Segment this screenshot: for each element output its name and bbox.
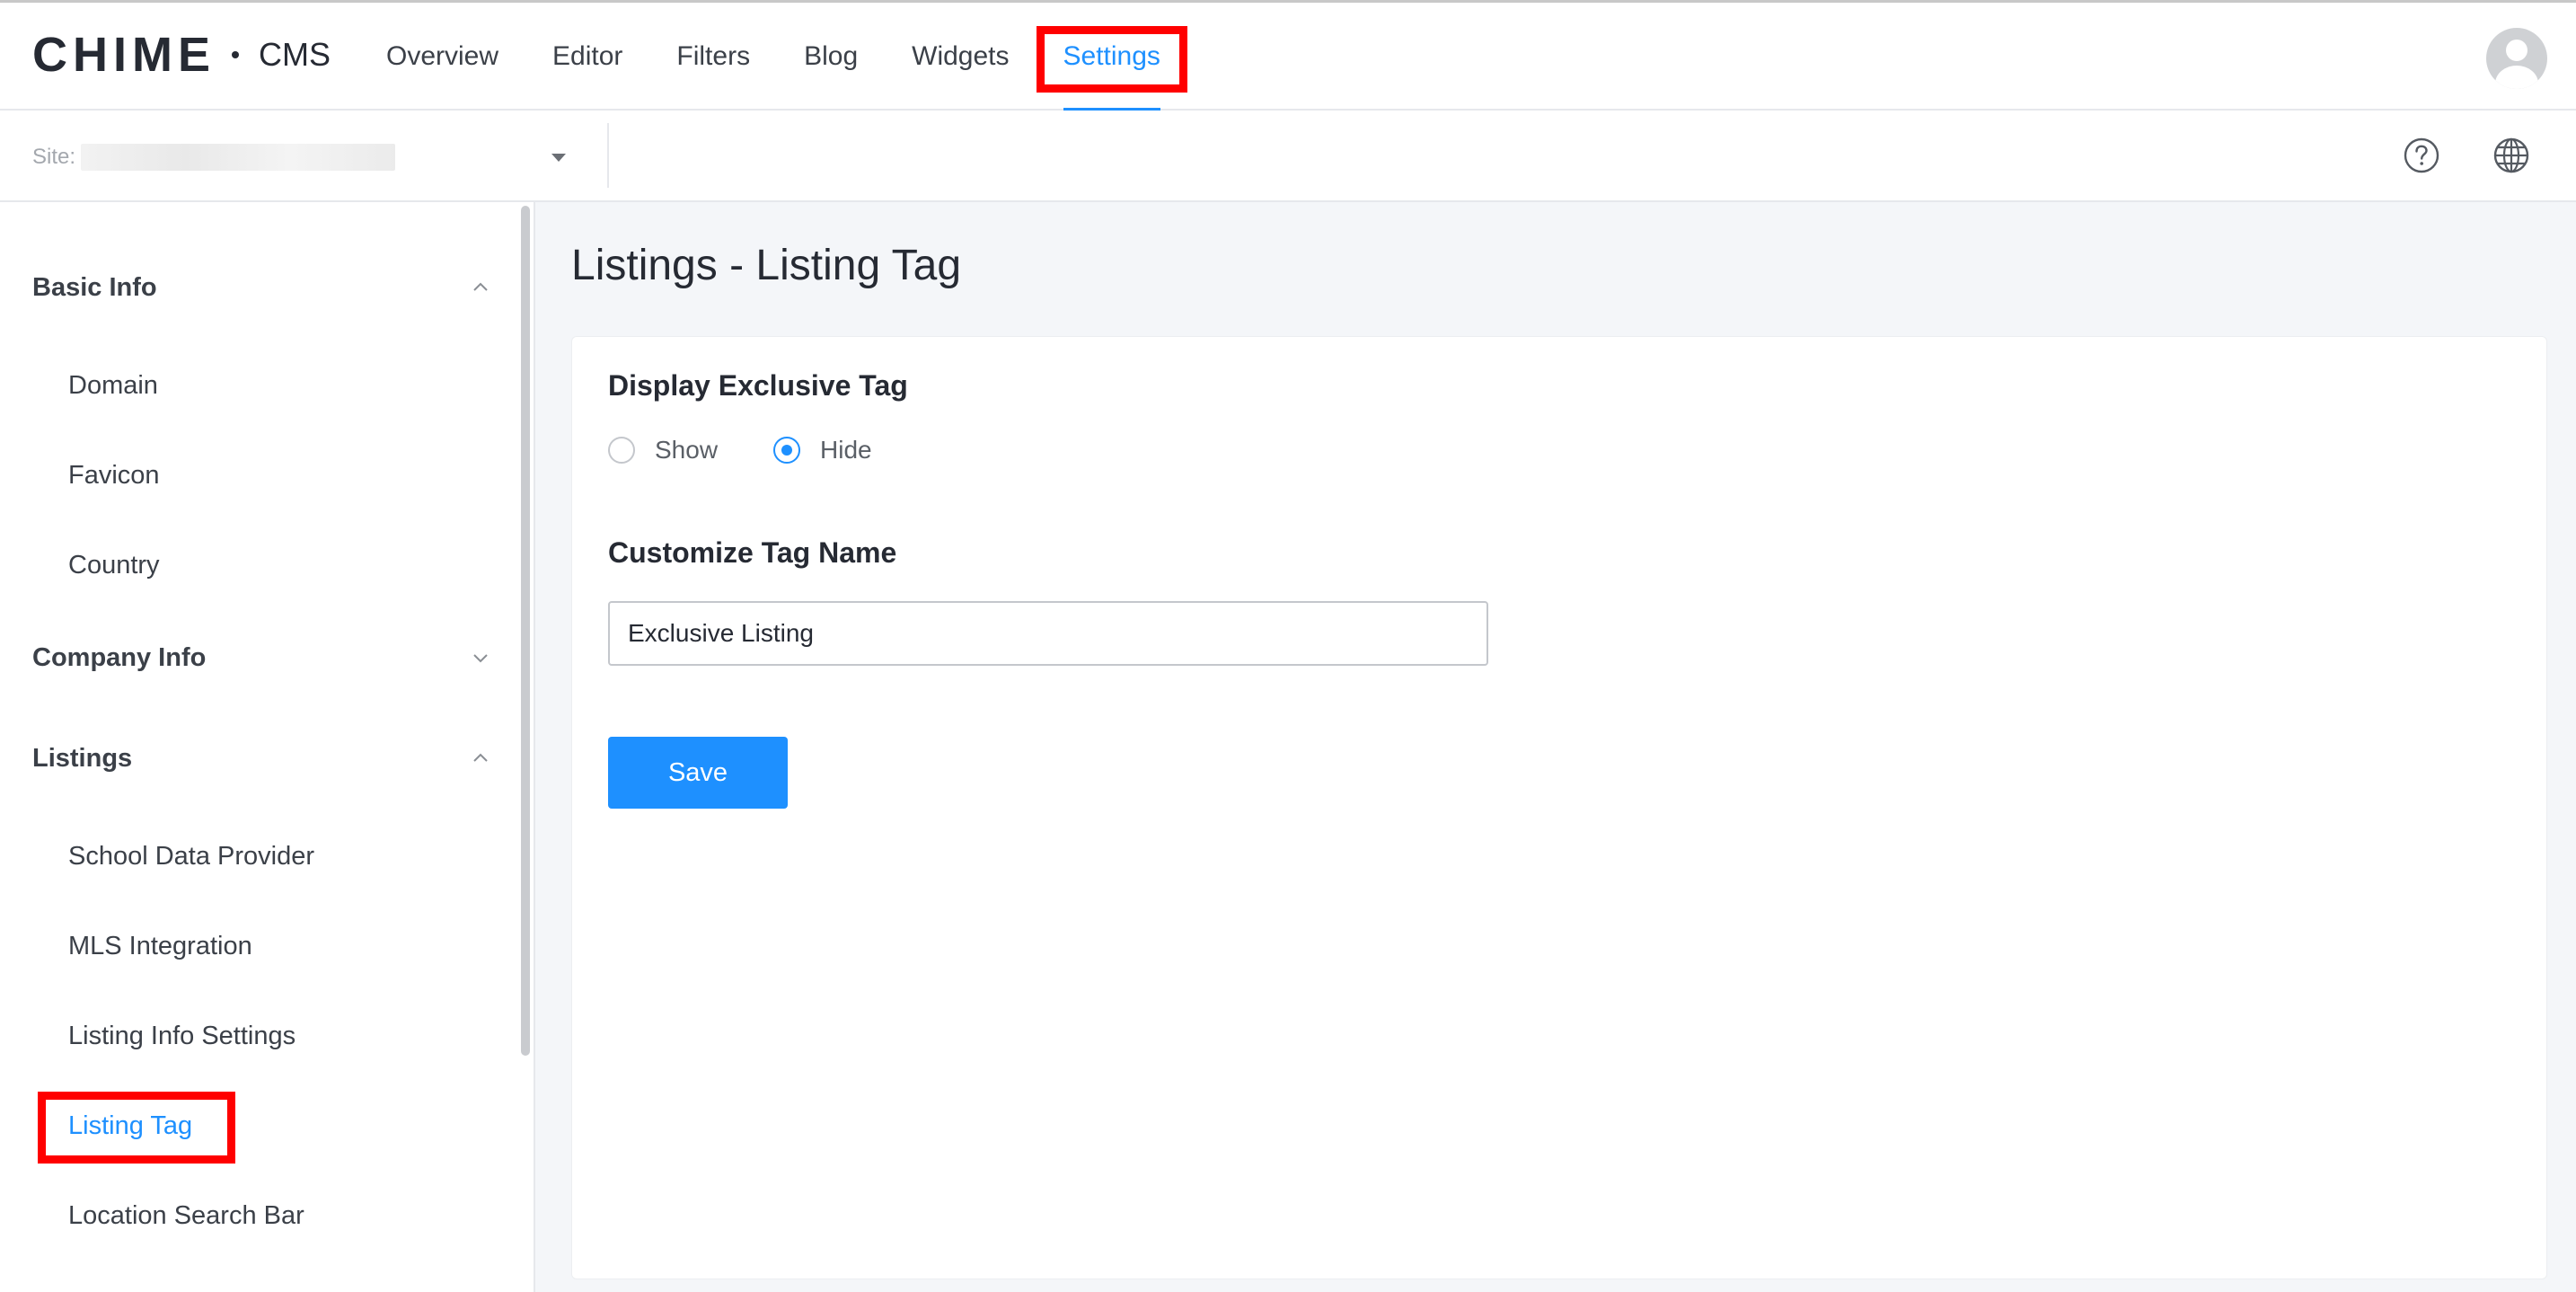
group-company-info[interactable]: Company Info <box>32 635 490 680</box>
sidebar-item-school-data-provider[interactable]: School Data Provider <box>68 834 314 879</box>
avatar-head <box>2506 40 2527 61</box>
globe-icon[interactable] <box>2490 134 2533 177</box>
site-selector[interactable]: Site: <box>32 137 571 177</box>
nav-widgets[interactable]: Widgets <box>912 3 1009 111</box>
site-value-redacted <box>81 144 396 171</box>
group-basic-info[interactable]: Basic Info <box>32 265 490 310</box>
nav-label: Editor <box>552 41 623 71</box>
nav-label: Widgets <box>912 41 1010 71</box>
sidebar-item-label: Favicon <box>68 460 160 490</box>
nav-blog[interactable]: Blog <box>804 3 858 111</box>
tag-name-input[interactable] <box>608 601 1488 666</box>
caret-down-icon <box>551 154 566 162</box>
group-title: Company Info <box>32 642 207 672</box>
sidebar-item-label: Country <box>68 550 160 580</box>
chevron-up-icon <box>473 753 488 762</box>
radio-hide[interactable] <box>773 437 801 464</box>
top-header: CHIME CMS Overview Editor Filters Blog W… <box>0 3 2576 112</box>
site-label: Site: <box>32 145 76 169</box>
chevron-down-icon <box>473 654 488 663</box>
sidebar-item-domain[interactable]: Domain <box>68 363 158 408</box>
sidebar-item-label: Listing Info Settings <box>68 1021 296 1050</box>
page-title: Listings - Listing Tag <box>571 242 962 289</box>
chevron-up-icon <box>473 282 488 291</box>
sidebar-item-label: Location Search Bar <box>68 1200 304 1230</box>
nav-settings[interactable]: Settings <box>1036 3 1187 112</box>
sidebar-item-label: Domain <box>68 370 158 400</box>
nav-label: Filters <box>676 41 751 71</box>
sidebar-item-listing-info-settings[interactable]: Listing Info Settings <box>68 1013 296 1058</box>
nav-overview[interactable]: Overview <box>386 3 498 111</box>
main-nav: Overview Editor Filters Blog Widgets Set… <box>386 3 1214 112</box>
group-title: Listings <box>32 743 133 773</box>
site-bar: Site: <box>0 111 2576 202</box>
sidebar-item-favicon[interactable]: Favicon <box>68 453 160 498</box>
nav-editor[interactable]: Editor <box>552 3 622 111</box>
sidebar-item-mls-integration[interactable]: MLS Integration <box>68 924 252 969</box>
logo-separator-dot <box>232 51 239 58</box>
sidebar-scrollbar[interactable] <box>521 206 530 1056</box>
nav-label: Overview <box>386 41 499 71</box>
save-button[interactable]: Save <box>608 737 788 809</box>
radio-show-label[interactable]: Show <box>655 436 718 465</box>
settings-card: Display Exclusive Tag Show Hide Customiz… <box>571 336 2547 1279</box>
group-title: Basic Info <box>32 272 157 302</box>
product-name: CMS <box>259 36 331 73</box>
sidebar-item-country[interactable]: Country <box>68 543 160 588</box>
radio-show[interactable] <box>608 437 635 464</box>
listing-tag-highlight-box <box>38 1092 235 1164</box>
sidebar-item-label: MLS Integration <box>68 931 252 960</box>
nav-label: Blog <box>804 41 859 71</box>
help-circle-icon[interactable] <box>2400 134 2443 177</box>
display-exclusive-tag-title: Display Exclusive Tag <box>608 369 908 402</box>
sidebar-item-location-search-bar[interactable]: Location Search Bar <box>68 1193 304 1238</box>
sidebar-item-label: School Data Provider <box>68 841 315 871</box>
group-listings[interactable]: Listings <box>32 736 490 781</box>
chime-logo[interactable]: CHIME CMS <box>32 28 331 82</box>
user-avatar-icon[interactable] <box>2486 28 2547 89</box>
nav-filters[interactable]: Filters <box>676 3 750 111</box>
settings-highlight-box <box>1036 26 1187 93</box>
customize-tag-name-title: Customize Tag Name <box>608 536 897 569</box>
brand-name: CHIME <box>32 28 216 82</box>
avatar-body <box>2495 66 2538 89</box>
display-tag-radio-group: Show Hide <box>608 436 928 465</box>
divider <box>607 123 609 188</box>
radio-hide-label[interactable]: Hide <box>820 436 872 465</box>
